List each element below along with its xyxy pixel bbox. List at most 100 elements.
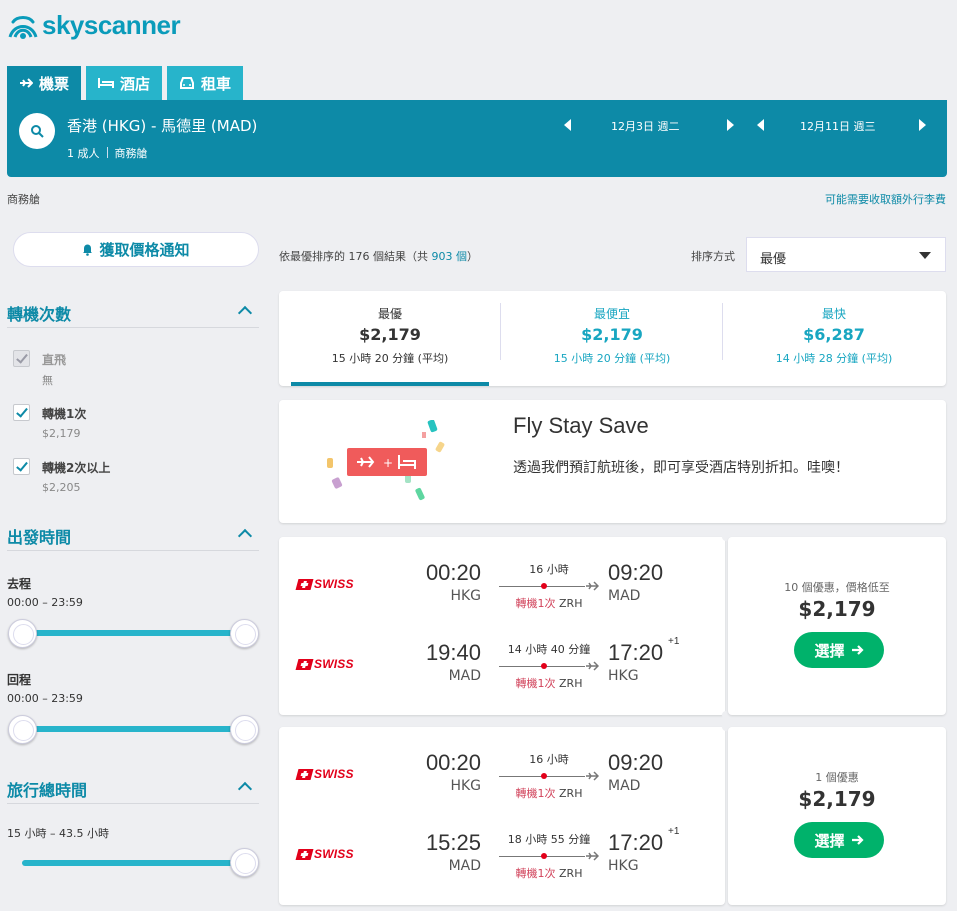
return-next-date-icon[interactable] (919, 119, 926, 131)
checkbox-two-plus-stops[interactable] (13, 458, 30, 475)
flight-duration: 16 小時 (529, 563, 569, 576)
return-slider-start-handle[interactable] (8, 715, 37, 744)
results-count-prefix: 依最優排序的 176 個結果（共 (279, 250, 432, 263)
sort-tab-best[interactable]: 最優 $2,179 15 小時 20 分鐘 (平均) (279, 291, 501, 386)
chevron-up-icon[interactable] (237, 781, 253, 797)
departure-airport: HKG (450, 778, 481, 794)
promo-text: 透過我們預訂航班後，即可享受酒店特別折扣。哇噢！ (513, 460, 849, 476)
option-label-direct: 直飛 (42, 353, 67, 367)
flight-hotel-bundle-icon: + (327, 420, 445, 501)
stops-count: 轉機1次 (515, 867, 556, 880)
swiss-flag-icon (295, 578, 314, 590)
stops-info: 轉機1次 ZRH (497, 675, 601, 691)
flight-duration: 18 小時 55 分鐘 (507, 833, 591, 846)
divider (7, 550, 259, 551)
route-text[interactable]: 香港 (HKG) - 馬德里 (MAD) (67, 115, 257, 136)
sort-tab-fastest[interactable]: 最快 $6,287 14 小時 28 分鐘 (平均) (723, 291, 945, 386)
return-date[interactable]: 12月11日 週三 (800, 118, 876, 134)
duration-slider-handle[interactable] (230, 848, 259, 877)
chevron-up-icon[interactable] (237, 305, 253, 321)
plane-icon (586, 851, 599, 861)
outbound-leg: SWISS 00:20 HKG 16 小時 轉機1次 ZRH 09:20 MAD (279, 557, 725, 617)
price: $2,179 (798, 787, 876, 811)
return-slider-end-handle[interactable] (230, 715, 259, 744)
stops-info: 轉機1次 ZRH (497, 865, 601, 881)
checkbox-one-stop[interactable] (13, 404, 30, 421)
passengers: 1 成人 (67, 147, 100, 160)
price-alert-button[interactable]: 獲取價格通知 (13, 232, 259, 267)
arrival-time: 09:20 (608, 750, 663, 776)
itinerary-legs[interactable]: SWISS 00:20 HKG 16 小時 轉機1次 ZRH 09:20 MAD… (279, 727, 725, 905)
fly-stay-save-banner[interactable]: + Fly Stay Save 透過我們預訂航班後，即可享受酒店特別折扣。哇噢！ (279, 400, 946, 523)
itinerary-card[interactable]: SWISS 00:20 HKG 16 小時 轉機1次 ZRH 09:20 MAD… (279, 533, 946, 719)
tab-hotels[interactable]: 酒店 (86, 66, 163, 100)
select-button[interactable]: 選擇 (794, 822, 884, 858)
arrival-time: 09:20 (608, 560, 663, 586)
journey-duration-title[interactable]: 旅行總時間 (7, 777, 87, 801)
baggage-fees-link[interactable]: 可能需要收取額外行李費 (825, 191, 946, 207)
sort-select[interactable]: 最優 (746, 237, 946, 272)
stops-count: 轉機1次 (515, 597, 556, 610)
stops-count: 轉機1次 (515, 677, 556, 690)
divider (7, 327, 259, 328)
return-time-slider[interactable] (22, 726, 244, 732)
tab-flights[interactable]: 機票 (7, 66, 82, 100)
swiss-flag-icon (295, 848, 314, 860)
airline-name: SWISS (314, 847, 354, 861)
arrival-time-value: 09:20 (608, 750, 664, 775)
return-time-range: 00:00 – 23:59 (7, 692, 83, 705)
airline-logo: SWISS (295, 577, 354, 591)
cabin-class: 商務艙 (114, 147, 148, 160)
flight-duration: 16 小時 (529, 753, 569, 766)
sort-tab-cheapest[interactable]: 最便宜 $2,179 15 小時 20 分鐘 (平均) (501, 291, 723, 386)
outbound-date[interactable]: 12月3日 週二 (611, 118, 680, 134)
outbound-time-slider[interactable] (22, 630, 244, 636)
arrival-airport: MAD (608, 778, 641, 794)
outbound-slider-start-handle[interactable] (8, 619, 37, 648)
outbound-slider-end-handle[interactable] (230, 619, 259, 648)
plane-icon (586, 771, 599, 781)
select-button[interactable]: 選擇 (794, 632, 884, 668)
outbound-prev-date-icon[interactable] (564, 119, 571, 131)
car-icon (180, 76, 195, 89)
departure-time: 00:20 (425, 750, 481, 775)
arrival-airport: HKG (608, 858, 639, 874)
arrow-right-icon (851, 645, 864, 655)
plane-icon (586, 581, 599, 591)
sort-tab-duration: 14 小時 28 分鐘 (平均) (775, 352, 893, 365)
cabin-label: 商務艙 (7, 193, 40, 206)
price-panel: 10 個優惠，價格低至 $2,179 選擇 (728, 537, 946, 715)
deals-count: 1 個優惠 (815, 771, 859, 784)
airline-name: SWISS (314, 767, 354, 781)
checkbox-direct[interactable] (13, 350, 30, 367)
duration-slider[interactable] (22, 860, 244, 866)
departure-airport: MAD (448, 668, 481, 684)
option-price-one-stop: $2,179 (42, 427, 81, 440)
sort-tab-price: $6,287 (803, 325, 865, 344)
departure-times-title[interactable]: 出發時間 (7, 524, 71, 548)
stops-filter-title[interactable]: 轉機次數 (7, 301, 71, 325)
top-bar: skyscanner (0, 0, 957, 62)
return-prev-date-icon[interactable] (757, 119, 764, 131)
search-button[interactable] (19, 113, 55, 149)
tab-car-hire[interactable]: 租車 (167, 66, 244, 100)
airline-logo: SWISS (295, 767, 354, 781)
stop-airport: ZRH (559, 677, 583, 690)
itinerary-legs[interactable]: SWISS 00:20 HKG 16 小時 轉機1次 ZRH 09:20 MAD… (279, 537, 725, 715)
airline-logo: SWISS (295, 847, 354, 861)
skyscanner-logo[interactable]: skyscanner (8, 10, 181, 41)
chevron-up-icon[interactable] (237, 528, 253, 544)
search-icon (31, 125, 44, 138)
vertical-tabs: 機票 酒店 租車 (7, 66, 244, 100)
option-label-two-plus-stops: 轉機2次以上 (42, 461, 111, 475)
itinerary-card[interactable]: SWISS 00:20 HKG 16 小時 轉機1次 ZRH 09:20 MAD… (279, 723, 946, 905)
stops-info: 轉機1次 ZRH (497, 595, 601, 611)
outbound-next-date-icon[interactable] (727, 119, 734, 131)
option-label-one-stop: 轉機1次 (42, 407, 87, 421)
traveller-summary[interactable]: 1 成人 商務艙 (67, 145, 148, 161)
divider (7, 803, 259, 804)
airline-logo: SWISS (295, 657, 354, 671)
arrival-time-value: 17:20 (608, 830, 664, 855)
sort-tab-price: $2,179 (359, 325, 421, 344)
arrival-time-value: 17:20 (608, 640, 664, 665)
